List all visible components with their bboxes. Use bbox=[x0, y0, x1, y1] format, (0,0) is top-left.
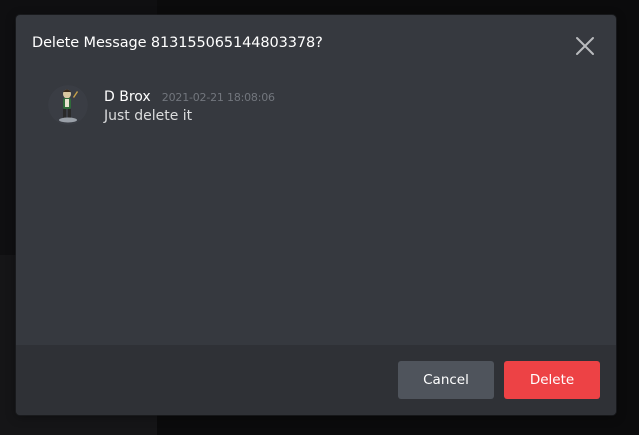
author-name[interactable]: D Brox bbox=[104, 89, 151, 105]
modal-header: Delete Message 813155065144803378? bbox=[16, 15, 616, 73]
modal-footer: Cancel Delete bbox=[16, 345, 616, 415]
message-timestamp: 2021-02-21 18:08:06 bbox=[161, 91, 275, 104]
modal-title: Delete Message 813155065144803378? bbox=[32, 35, 323, 51]
cancel-button[interactable]: Cancel bbox=[398, 361, 494, 399]
close-icon bbox=[576, 37, 594, 55]
delete-message-modal: Delete Message 813155065144803378? D Bro… bbox=[16, 15, 616, 415]
message-preview: D Brox 2021-02-21 18:08:06 Just delete i… bbox=[16, 83, 616, 139]
delete-button[interactable]: Delete bbox=[504, 361, 600, 399]
message-header: D Brox 2021-02-21 18:08:06 bbox=[104, 86, 275, 105]
avatar bbox=[48, 85, 88, 125]
message-content: Just delete it bbox=[104, 108, 193, 124]
close-button[interactable] bbox=[574, 35, 596, 57]
